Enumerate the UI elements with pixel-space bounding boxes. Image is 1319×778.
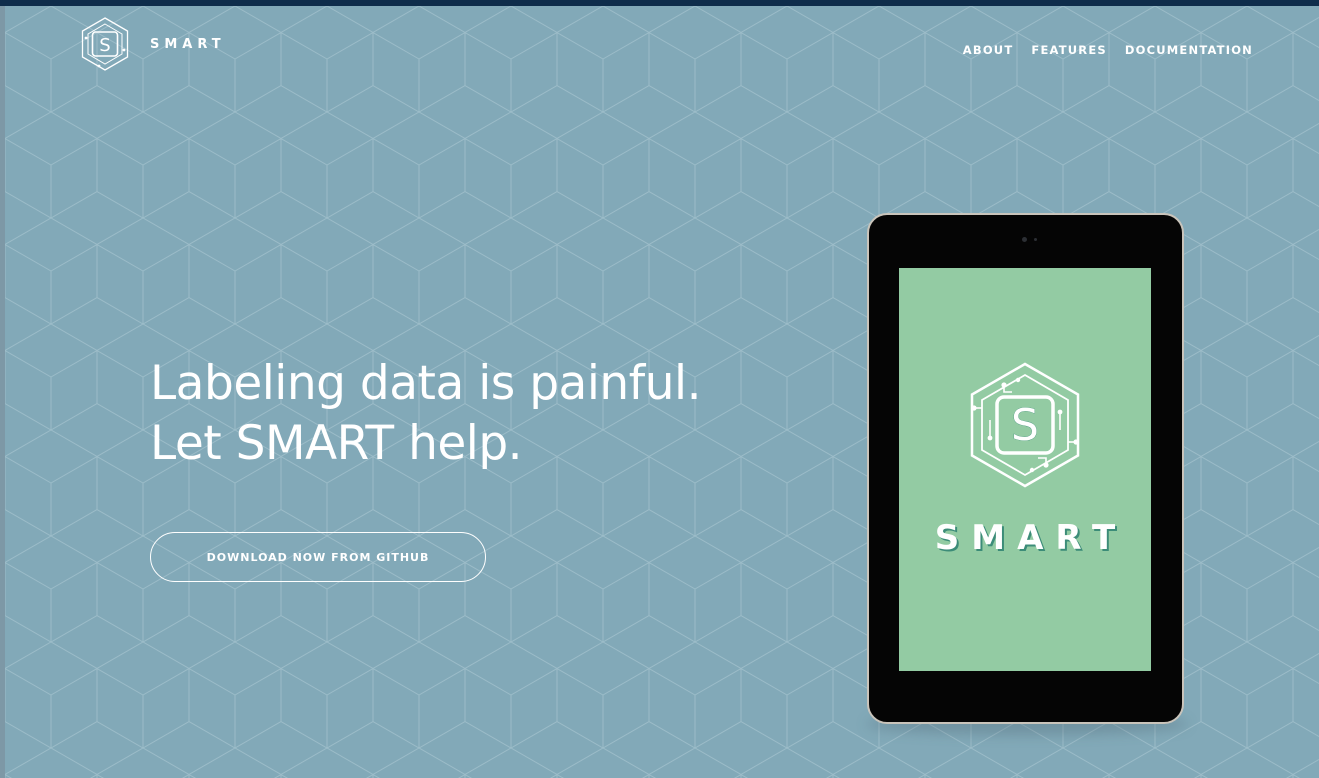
tablet-camera (1022, 237, 1027, 242)
top-nav: ABOUT FEATURES DOCUMENTATION (963, 43, 1253, 57)
hero-line-2: Let SMART help. (150, 416, 523, 471)
brand[interactable]: S SMART (77, 16, 226, 72)
brand-name: SMART (150, 36, 226, 52)
nav-features[interactable]: FEATURES (1031, 43, 1107, 57)
nav-documentation[interactable]: DOCUMENTATION (1125, 43, 1253, 57)
smart-logo-icon: S (81, 17, 129, 71)
tablet-brand-name: SMART (934, 518, 1128, 558)
nav-about[interactable]: ABOUT (963, 43, 1014, 57)
hero-line-1: Labeling data is painful. (150, 356, 702, 411)
smart-hexagon-logo-icon: S (970, 362, 1080, 488)
hero-headline: Labeling data is painful. Let SMART help… (150, 354, 702, 474)
tablet-screen: S SMART (899, 268, 1151, 671)
tablet-sensor (1034, 238, 1037, 241)
tablet-logo-letter: S (1011, 400, 1039, 451)
download-github-button[interactable]: DOWNLOAD NOW FROM GITHUB (150, 532, 486, 582)
brand-logo-letter: S (99, 35, 110, 56)
tablet-mockup: S SMART (867, 213, 1184, 724)
